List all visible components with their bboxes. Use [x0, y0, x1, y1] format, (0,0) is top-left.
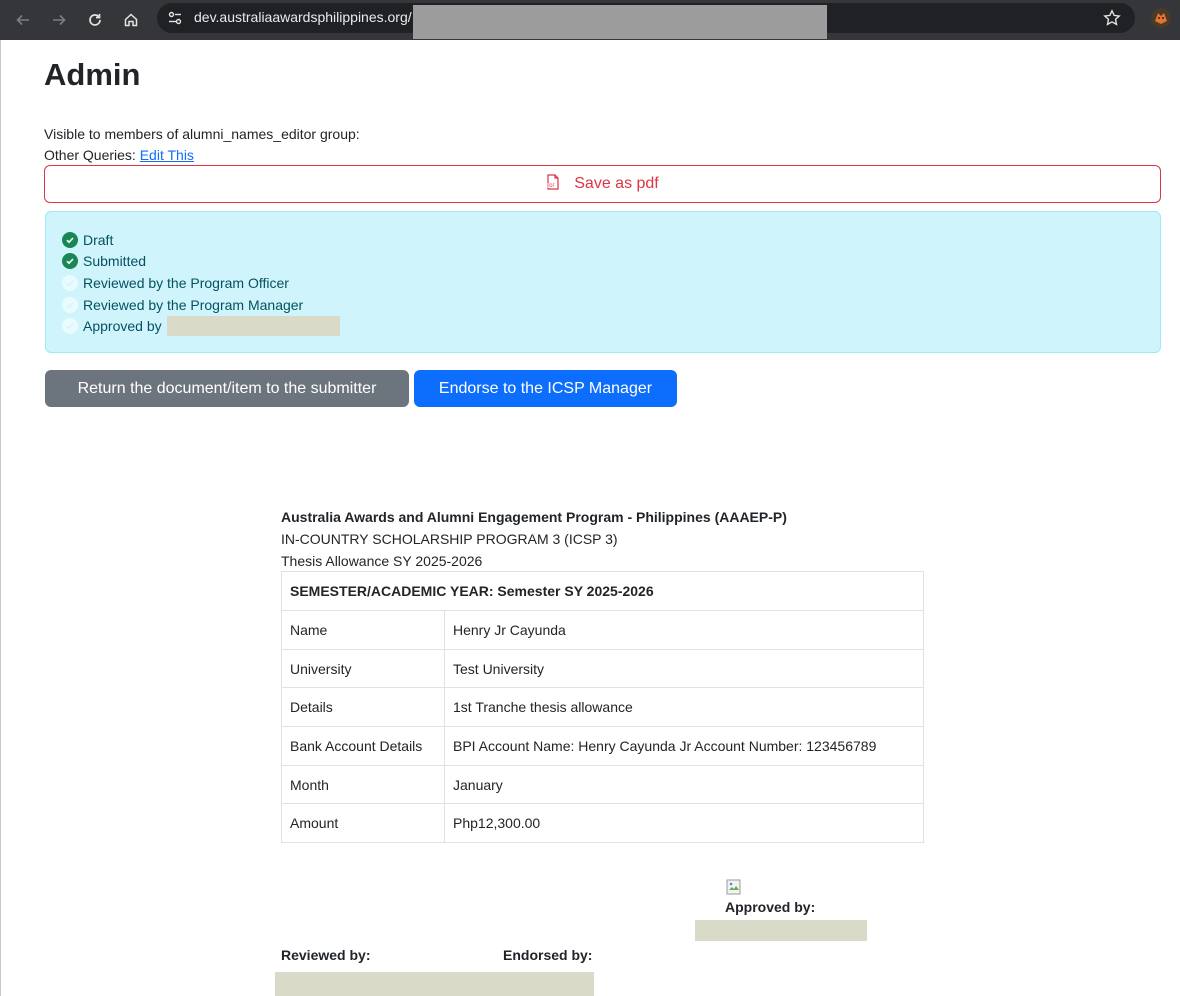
table-row: Details 1st Tranche thesis allowance	[281, 687, 924, 728]
row-value: 1st Tranche thesis allowance	[444, 687, 924, 728]
pdf-file-icon: PDF	[546, 173, 560, 195]
status-label: Reviewed by the Program Officer	[83, 275, 289, 291]
document-subtitle: Thesis Allowance SY 2025-2026	[281, 553, 483, 569]
status-item-reviewed-manager: Reviewed by the Program Manager	[62, 295, 303, 315]
status-item-reviewed-officer: Reviewed by the Program Officer	[62, 273, 289, 293]
address-bar[interactable]: dev.australiaawardsphilippines.org/	[157, 3, 1135, 39]
table-row: Month January	[281, 764, 924, 805]
document-organization: Australia Awards and Alumni Engagement P…	[281, 509, 787, 525]
approver-redaction	[166, 316, 340, 336]
broken-image-icon	[726, 879, 742, 895]
back-arrow-icon[interactable]	[9, 6, 37, 34]
row-label: Bank Account Details	[281, 726, 445, 766]
extension-icon[interactable]	[1148, 5, 1174, 31]
check-circle-icon	[62, 253, 78, 269]
forward-arrow-icon[interactable]	[45, 6, 73, 34]
table-row: Bank Account Details BPI Account Name: H…	[281, 726, 924, 766]
site-settings-icon[interactable]	[163, 6, 187, 30]
row-value: Henry Jr Cayunda	[444, 610, 924, 650]
url-redaction	[413, 5, 827, 39]
reload-icon[interactable]	[81, 6, 109, 34]
other-queries: Other Queries: Edit This	[44, 146, 194, 164]
approver-signature-redaction	[695, 920, 867, 941]
table-row: Name Henry Jr Cayunda	[281, 610, 924, 650]
other-queries-label: Other Queries:	[44, 147, 136, 163]
visibility-note: Visible to members of alumni_names_edito…	[44, 126, 360, 142]
save-as-pdf-label: Save as pdf	[574, 175, 659, 192]
table-row: SEMESTER/ACADEMIC YEAR: Semester SY 2025…	[281, 571, 924, 611]
check-circle-outline-icon	[62, 297, 78, 313]
endorsed-by-label: Endorsed by:	[503, 947, 593, 963]
check-circle-outline-icon	[62, 275, 78, 291]
check-circle-icon	[62, 232, 78, 248]
approved-by-label: Approved by:	[725, 899, 816, 915]
document-program: IN-COUNTRY SCHOLARSHIP PROGRAM 3 (ICSP 3…	[281, 531, 618, 547]
endorse-to-icsp-manager-button[interactable]: Endorse to the ICSP Manager	[414, 370, 677, 407]
reviewer-endorser-redaction	[275, 972, 594, 996]
workflow-status-panel: Draft Submitted Reviewed by the Program …	[45, 211, 1161, 353]
semester-header: SEMESTER/ACADEMIC YEAR: Semester SY 2025…	[281, 571, 924, 611]
row-value: BPI Account Name: Henry Cayunda Jr Accou…	[444, 726, 924, 766]
allowance-details-table: SEMESTER/ACADEMIC YEAR: Semester SY 2025…	[281, 571, 924, 844]
row-value: January	[444, 764, 924, 805]
row-label: University	[281, 648, 445, 689]
status-label: Draft	[83, 232, 114, 248]
row-label: Month	[281, 764, 445, 805]
status-label: Approved by	[83, 318, 162, 334]
status-item-draft: Draft	[62, 230, 113, 250]
save-as-pdf-button[interactable]: PDF Save as pdf	[44, 165, 1161, 203]
page-left-border	[0, 40, 1, 996]
check-circle-outline-icon	[62, 318, 78, 334]
table-row: Amount Php12,300.00	[281, 803, 924, 844]
url-text[interactable]: dev.australiaawardsphilippines.org/	[194, 9, 412, 25]
row-label: Amount	[281, 803, 445, 844]
status-item-submitted: Submitted	[62, 251, 146, 271]
return-to-submitter-button[interactable]: Return the document/item to the submitte…	[45, 370, 409, 407]
row-value: Test University	[444, 648, 924, 689]
home-icon[interactable]	[117, 6, 145, 34]
reviewed-by-label: Reviewed by:	[281, 947, 371, 963]
page-title: Admin	[44, 57, 141, 92]
status-label: Submitted	[83, 253, 147, 269]
table-row: University Test University	[281, 648, 924, 689]
row-label: Name	[281, 610, 445, 650]
svg-text:PDF: PDF	[547, 183, 555, 188]
status-label: Reviewed by the Program Manager	[83, 297, 304, 313]
status-item-approved: Approved by	[62, 316, 340, 336]
bookmark-star-icon[interactable]	[1100, 6, 1124, 30]
browser-toolbar: dev.australiaawardsphilippines.org/	[0, 0, 1180, 40]
row-label: Details	[281, 687, 445, 728]
edit-this-link[interactable]: Edit This	[140, 147, 194, 163]
row-value: Php12,300.00	[444, 803, 924, 844]
